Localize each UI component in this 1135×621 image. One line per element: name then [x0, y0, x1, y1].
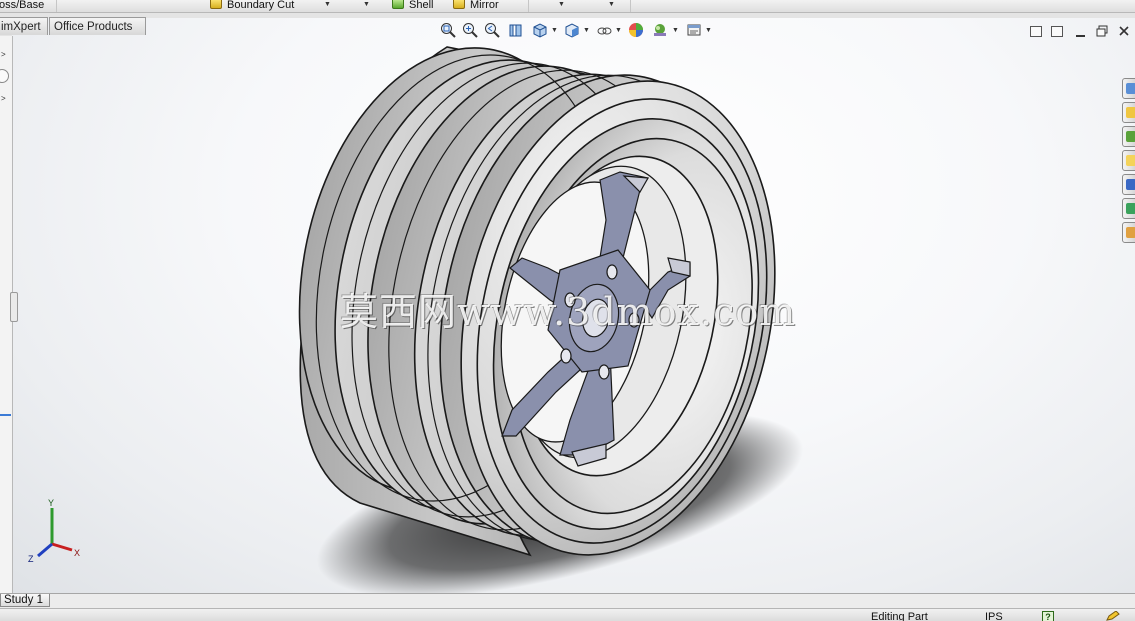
- appearances-icon[interactable]: [1122, 174, 1135, 195]
- boundary-cut-button[interactable]: Boundary Cut: [210, 0, 294, 12]
- task-pane-tabs: [1122, 78, 1135, 248]
- close-icon[interactable]: [1117, 24, 1131, 38]
- shell-button[interactable]: Shell: [392, 0, 433, 12]
- previous-view-icon[interactable]: [484, 22, 500, 38]
- boss-base-button[interactable]: oss/Base: [0, 0, 44, 12]
- shell-label: Shell: [409, 0, 434, 11]
- active-indicator: [0, 414, 11, 416]
- triad-z-axis: [37, 542, 53, 558]
- triad-y-label: Y: [48, 498, 54, 508]
- chevron-down-icon[interactable]: ▼: [558, 1, 565, 8]
- toolbar-separator: [56, 0, 57, 12]
- triad-z-label: Z: [28, 554, 34, 564]
- chevron-down-icon[interactable]: ▼: [672, 27, 679, 34]
- command-manager-toolbar: oss/Base Boundary Cut ▼ ▼ Shell Mirror ▼…: [0, 0, 1135, 13]
- watermark-text: 莫西网www.3dmox.com: [340, 290, 797, 334]
- chevron-right-icon[interactable]: >: [1, 94, 6, 103]
- triad-x-label: X: [74, 548, 80, 558]
- apply-scene-icon[interactable]: [652, 22, 668, 38]
- two-view-icon[interactable]: [1051, 26, 1063, 37]
- tab-office-products[interactable]: Office Products: [49, 17, 146, 35]
- design-library-icon[interactable]: [1122, 102, 1135, 123]
- chevron-down-icon[interactable]: ▼: [608, 1, 615, 8]
- toolbar-separator: [528, 0, 529, 12]
- chevron-down-icon[interactable]: ▼: [615, 27, 622, 34]
- custom-properties-icon[interactable]: [1122, 198, 1135, 219]
- chevron-down-icon[interactable]: ▼: [583, 27, 590, 34]
- chevron-down-icon[interactable]: ▼: [705, 27, 712, 34]
- mirror-icon: [453, 0, 465, 9]
- command-tabs: imXpert Office Products: [0, 17, 150, 36]
- chevron-right-icon[interactable]: >: [1, 50, 6, 59]
- tab-simxpert[interactable]: imXpert: [0, 17, 48, 35]
- shell-icon: [392, 0, 404, 9]
- tab-study-1[interactable]: Study 1: [0, 594, 50, 607]
- chevron-down-icon[interactable]: ▼: [363, 1, 370, 8]
- panel-splitter-handle[interactable]: [10, 292, 18, 322]
- minimize-icon[interactable]: [1074, 26, 1088, 38]
- zoom-to-fit-icon[interactable]: [440, 22, 456, 38]
- study-tab-bar: Study 1: [0, 593, 1135, 609]
- boundary-cut-icon: [210, 0, 222, 9]
- triad-x-axis: [51, 542, 73, 552]
- heads-up-view-toolbar: ▼ ▼ ▼ ▼ ▼: [438, 22, 718, 42]
- extra-pane-icon[interactable]: [1122, 222, 1135, 243]
- toolbar-separator: [630, 0, 631, 12]
- view-palette-icon[interactable]: [1122, 150, 1135, 171]
- display-style-icon[interactable]: [564, 22, 580, 38]
- chevron-down-icon[interactable]: ▼: [324, 1, 331, 8]
- status-bar: Editing Part IPS ?: [0, 608, 1135, 621]
- mirror-button[interactable]: Mirror: [453, 0, 499, 12]
- restore-icon[interactable]: [1095, 24, 1109, 38]
- coordinate-triad: Y X Z: [28, 498, 80, 564]
- chevron-down-icon[interactable]: ▼: [551, 27, 558, 34]
- solidworks-resources-icon[interactable]: [1122, 78, 1135, 99]
- view-settings-icon[interactable]: [686, 22, 702, 38]
- boss-base-label: oss/Base: [0, 0, 45, 11]
- file-explorer-icon[interactable]: [1122, 126, 1135, 147]
- split-view-icon[interactable]: [1030, 26, 1042, 37]
- section-view-icon[interactable]: [508, 22, 524, 38]
- mirror-label: Mirror: [470, 0, 499, 11]
- boundary-cut-label: Boundary Cut: [227, 0, 295, 11]
- edit-appearance-icon[interactable]: [628, 22, 644, 38]
- view-orientation-icon[interactable]: [532, 22, 548, 38]
- zoom-area-icon[interactable]: [462, 22, 478, 38]
- hide-show-icon[interactable]: [596, 22, 612, 38]
